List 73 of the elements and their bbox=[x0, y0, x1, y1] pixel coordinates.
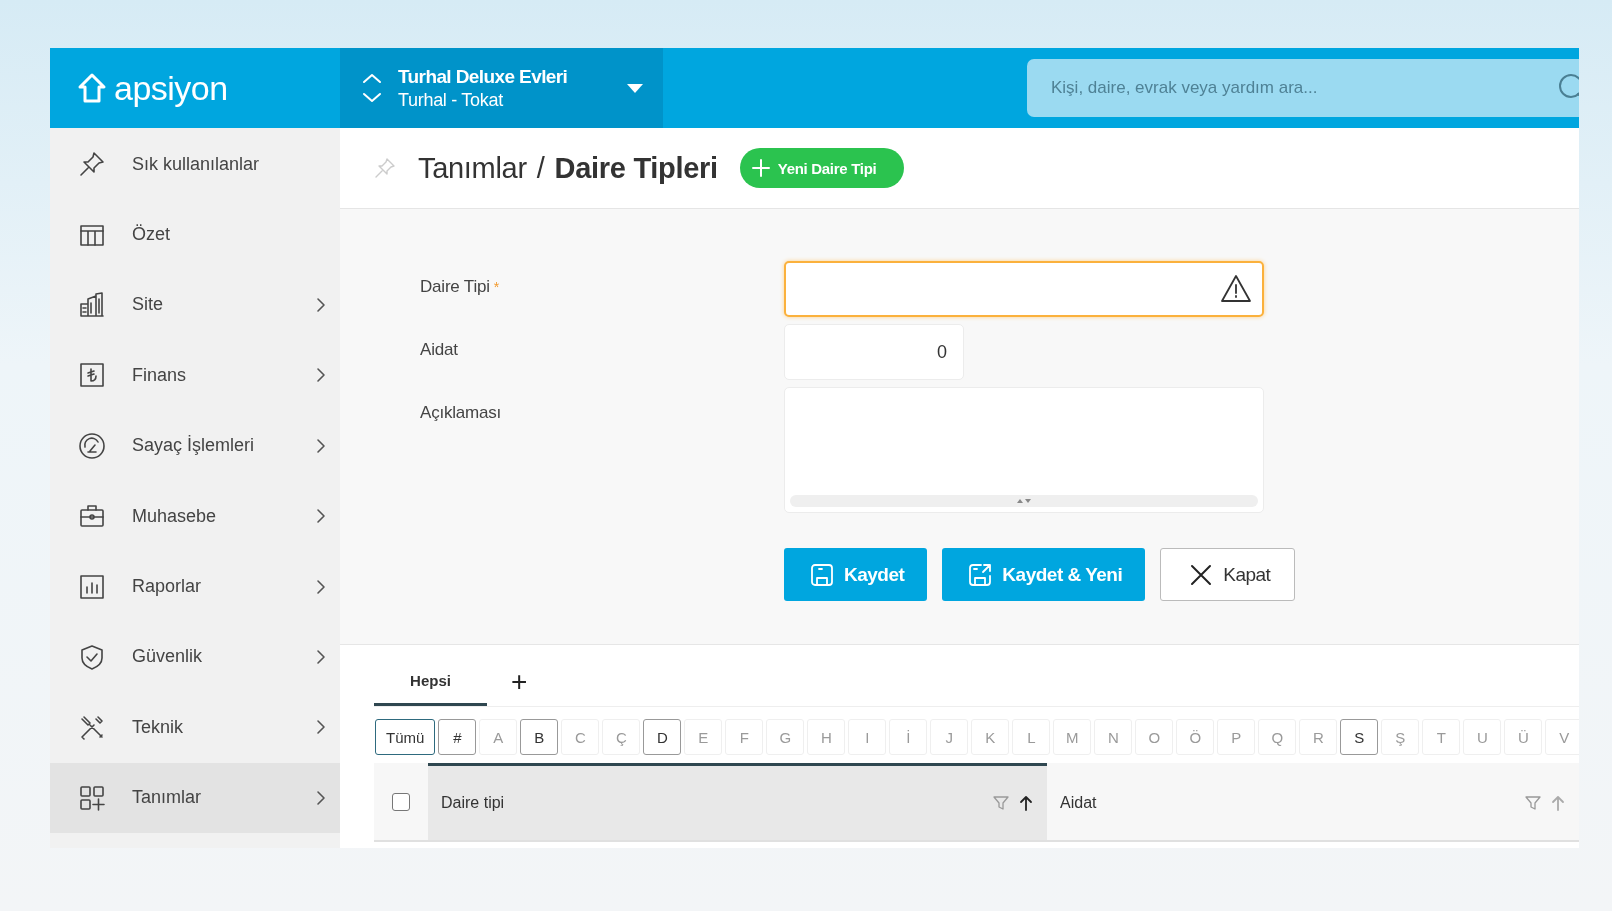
breadcrumb-separator: / bbox=[536, 151, 545, 185]
save-and-new-button[interactable]: Kaydet & Yeni bbox=[942, 548, 1146, 601]
letter-filter[interactable]: # bbox=[438, 719, 477, 755]
close-button[interactable]: Kapat bbox=[1160, 548, 1296, 601]
letter-filter[interactable]: S bbox=[1340, 719, 1379, 755]
building-icon bbox=[78, 290, 106, 319]
dropdown-caret-icon bbox=[627, 83, 643, 93]
sidebar-item[interactable]: Muhasebe bbox=[50, 480, 340, 552]
grid-plus-icon bbox=[78, 783, 106, 812]
sidebar-item[interactable]: Güvenlik bbox=[50, 621, 340, 693]
chevron-up-icon bbox=[362, 73, 382, 84]
shield-icon bbox=[78, 642, 106, 671]
project-selector[interactable]: Turhal Deluxe Evleri Turhal - Tokat bbox=[340, 48, 663, 128]
input-field[interactable] bbox=[784, 261, 1264, 317]
new-item-button[interactable]: Yeni Daire Tipi bbox=[739, 148, 905, 188]
project-name: Turhal Deluxe Evleri bbox=[398, 65, 569, 88]
field-label: Aidat bbox=[420, 339, 459, 361]
letter-filter[interactable]: B bbox=[520, 719, 559, 755]
sidebar-item[interactable]: Raporlar bbox=[50, 551, 340, 622]
warning-icon bbox=[1220, 274, 1252, 304]
column-header[interactable]: Aidat bbox=[1047, 763, 1579, 840]
number-field[interactable]: 0 bbox=[784, 324, 964, 380]
resize-arrows-icon bbox=[1017, 498, 1031, 504]
add-tab-button[interactable]: + bbox=[511, 667, 528, 696]
sidebar-item[interactable]: Özet bbox=[50, 199, 340, 270]
bar-chart-icon bbox=[78, 572, 106, 601]
tab[interactable]: Hepsi bbox=[374, 657, 487, 706]
chevron-down-icon bbox=[362, 92, 382, 103]
letter-filter[interactable]: D bbox=[643, 719, 682, 755]
text-area[interactable] bbox=[784, 387, 1264, 513]
sidebar-label: Muhasebe bbox=[132, 505, 218, 527]
letter-filter[interactable]: Tümü bbox=[375, 719, 436, 755]
logo-text: apsiyon bbox=[114, 68, 228, 108]
pin-icon bbox=[78, 150, 106, 179]
resize-handle[interactable] bbox=[790, 495, 1258, 507]
save-button[interactable]: Kaydet bbox=[784, 548, 928, 601]
sort-arrow-icon[interactable] bbox=[1019, 795, 1033, 811]
breadcrumb-link[interactable]: Tanımlar bbox=[418, 151, 527, 185]
field-label: Açıklaması bbox=[420, 402, 503, 424]
required-mark: * bbox=[493, 279, 500, 295]
filter-icon[interactable] bbox=[1525, 795, 1541, 811]
sidebar-label: Raporlar bbox=[132, 576, 203, 598]
sidebar-label: Sayaç İşlemleri bbox=[132, 435, 256, 457]
select-all-checkbox[interactable] bbox=[392, 792, 410, 811]
filter-icon[interactable] bbox=[993, 795, 1009, 811]
plus-icon bbox=[751, 159, 770, 177]
sidebar-item[interactable]: Teknik bbox=[50, 692, 340, 763]
sidebar-item[interactable]: Tanımlar bbox=[50, 762, 340, 833]
field-label: Daire Tipi bbox=[420, 277, 490, 296]
lira-icon bbox=[78, 361, 106, 390]
sidebar-item[interactable]: Finans bbox=[50, 340, 340, 411]
sidebar-label: Tanımlar bbox=[132, 787, 203, 809]
tools-icon bbox=[78, 713, 106, 742]
project-location: Turhal - Tokat bbox=[398, 89, 504, 111]
sidebar-item[interactable]: Sayaç İşlemleri bbox=[50, 410, 340, 481]
column-label: Aidat bbox=[1060, 794, 1098, 812]
column-header[interactable]: Daire tipi bbox=[428, 763, 1047, 840]
sidebar-label: Finans bbox=[132, 364, 188, 386]
gauge-icon bbox=[78, 431, 106, 460]
save-icon bbox=[810, 562, 834, 587]
sidebar-label: Güvenlik bbox=[132, 646, 204, 668]
page-title: Daire Tipleri bbox=[554, 151, 718, 185]
column-label: Daire tipi bbox=[441, 794, 506, 812]
sidebar-label: Sık kullanılanlar bbox=[132, 153, 261, 175]
sidebar-label: Site bbox=[132, 294, 165, 316]
search-field[interactable]: Kişi, daire, evrak veya yardım ara... bbox=[1027, 59, 1579, 117]
sidebar-label: Özet bbox=[132, 224, 171, 246]
save-export-icon bbox=[968, 562, 993, 587]
sidebar-item[interactable]: Site bbox=[50, 269, 340, 341]
sidebar-label: Teknik bbox=[132, 716, 185, 738]
sidebar-item[interactable]: Sık kullanılanlar bbox=[50, 129, 340, 200]
close-icon bbox=[1189, 562, 1214, 587]
pin-icon bbox=[374, 157, 396, 179]
